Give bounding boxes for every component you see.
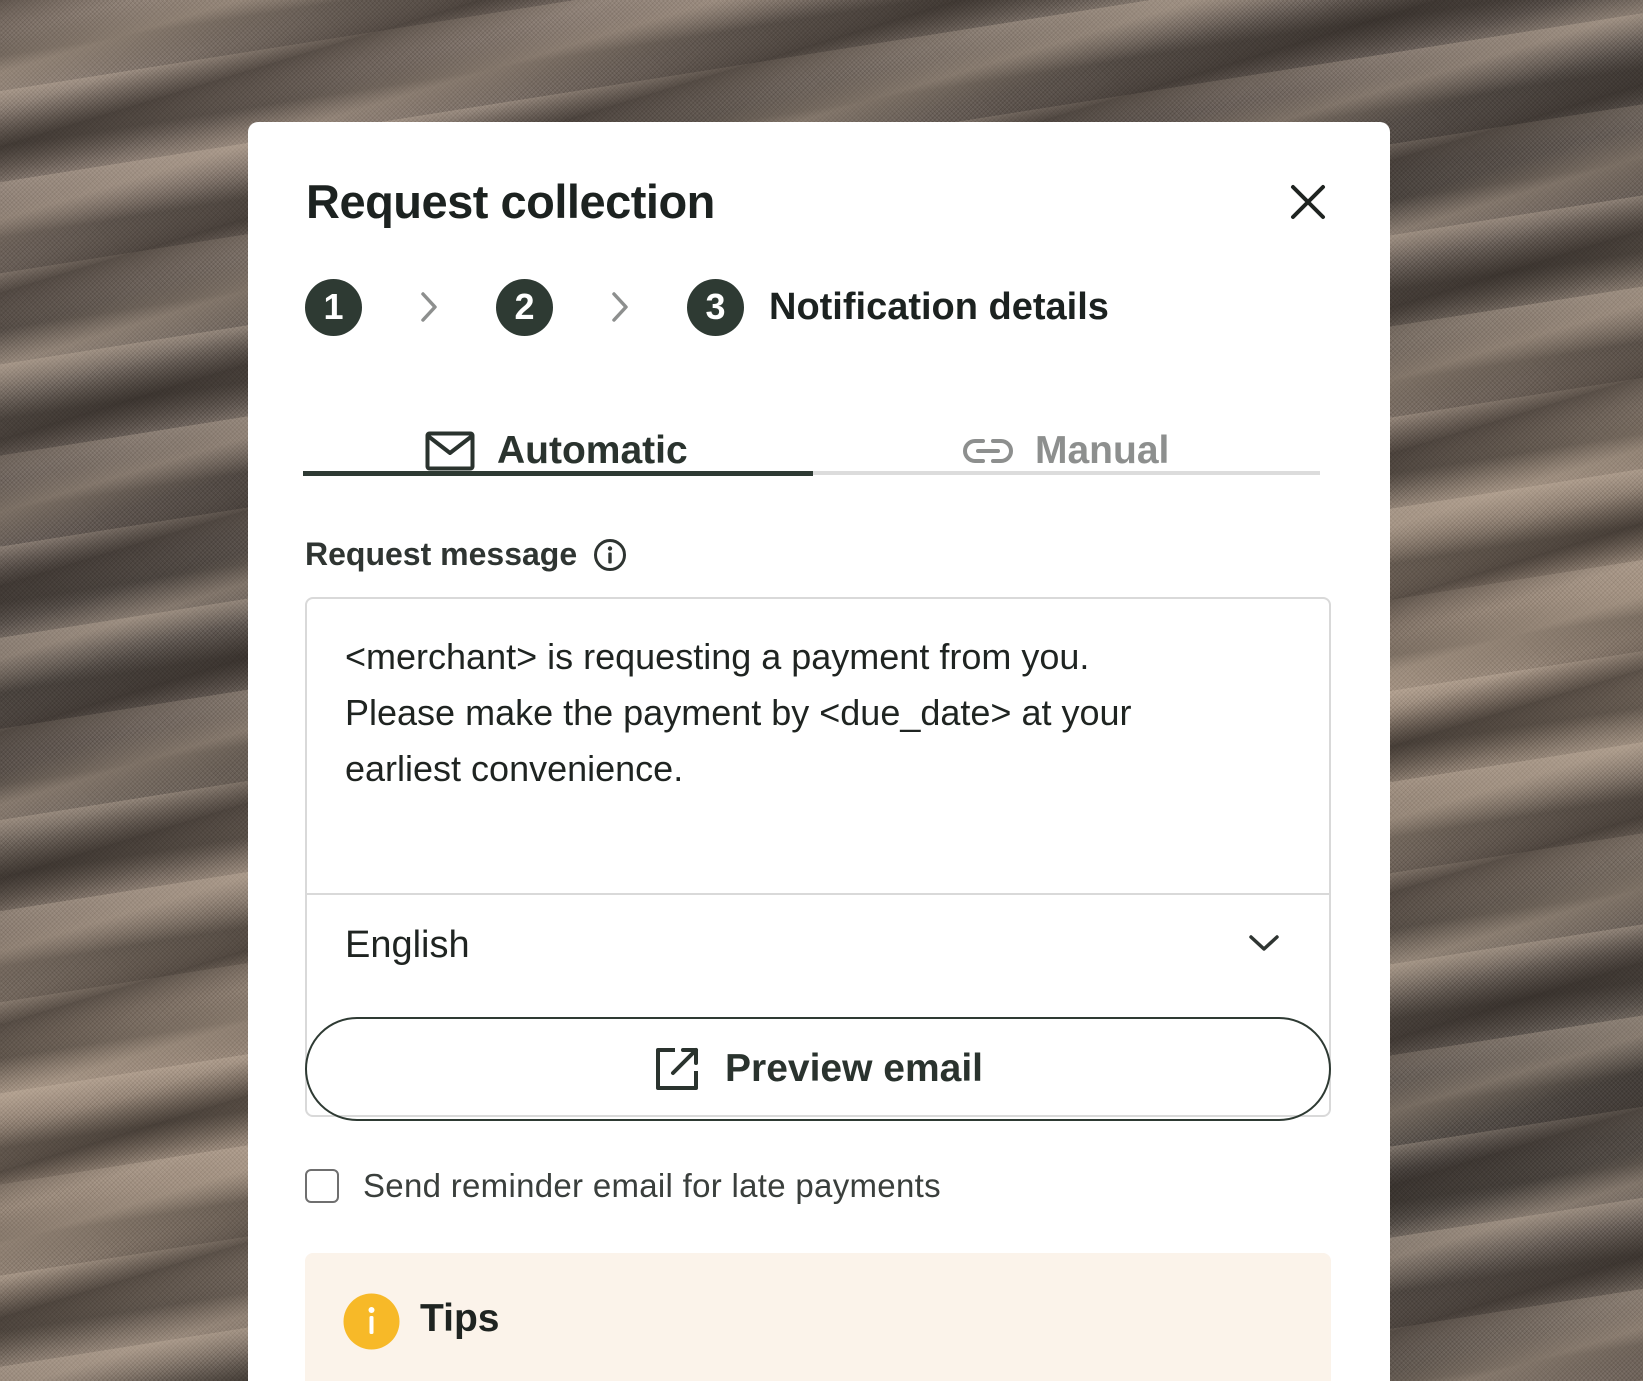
tab-automatic-label: Automatic xyxy=(497,429,688,472)
tab-manual[interactable]: Manual xyxy=(963,392,1169,510)
step-3-label: Notification details xyxy=(769,285,1109,328)
close-icon[interactable] xyxy=(1286,180,1330,224)
reminder-checkbox[interactable] xyxy=(305,1169,339,1203)
external-link-icon xyxy=(653,1045,701,1093)
info-icon xyxy=(343,1293,400,1355)
preview-email-button[interactable]: Preview email xyxy=(305,1017,1331,1121)
request-message-label: Request message xyxy=(305,536,627,573)
tips-panel: Tips xyxy=(305,1253,1331,1381)
info-icon[interactable] xyxy=(593,538,627,572)
preview-email-label: Preview email xyxy=(725,1047,983,1090)
mail-icon xyxy=(425,431,475,471)
reminder-option: Send reminder email for late payments xyxy=(305,1167,941,1205)
chevron-down-icon xyxy=(1247,932,1281,959)
tips-title: Tips xyxy=(420,1297,500,1340)
language-select[interactable]: English xyxy=(307,895,1329,995)
request-collection-dialog: Request collection 1 2 3 Notification de… xyxy=(248,122,1390,1381)
step-2-circle: 2 xyxy=(496,278,553,336)
tab-active-indicator xyxy=(303,471,813,476)
tab-automatic[interactable]: Automatic xyxy=(425,392,688,510)
chevron-right-icon xyxy=(553,290,687,324)
stepper: 1 2 3 Notification details xyxy=(305,278,1109,336)
step-1-circle: 1 xyxy=(305,278,362,336)
reminder-label[interactable]: Send reminder email for late payments xyxy=(363,1167,941,1205)
sand-background: Request collection 1 2 3 Notification de… xyxy=(0,0,1643,1381)
request-message-textarea[interactable]: <merchant> is requesting a payment from … xyxy=(345,629,1285,797)
tab-manual-label: Manual xyxy=(1035,429,1170,472)
chevron-right-icon xyxy=(362,290,496,324)
link-icon xyxy=(963,436,1013,466)
step-3-circle: 3 xyxy=(687,278,744,336)
language-select-value: English xyxy=(345,923,470,966)
dialog-title: Request collection xyxy=(306,175,715,228)
